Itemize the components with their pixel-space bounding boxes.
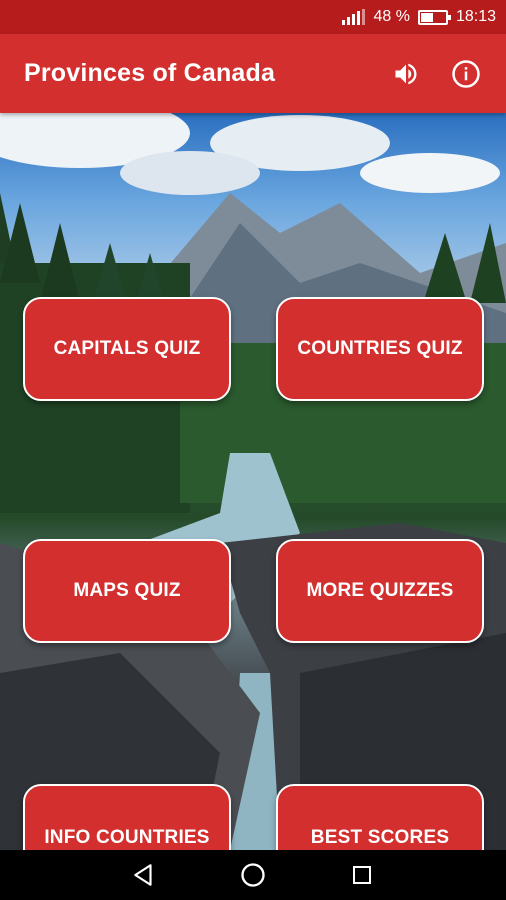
best-scores-button[interactable]: BEST SCORES — [276, 784, 484, 850]
home-icon — [241, 863, 265, 887]
more-quizzes-button[interactable]: MORE QUIZZES — [276, 539, 484, 643]
maps-quiz-button[interactable]: MAPS QUIZ — [23, 539, 231, 643]
info-icon — [452, 59, 480, 88]
back-icon — [134, 864, 152, 886]
volume-icon — [395, 63, 417, 84]
home-button[interactable] — [233, 855, 273, 895]
volume-button[interactable] — [382, 50, 430, 98]
recents-icon — [352, 866, 371, 884]
app-bar: Provinces of Canada — [0, 34, 506, 113]
battery-icon — [417, 9, 451, 25]
info-countries-button[interactable]: INFO COUNTRIES — [23, 784, 231, 850]
signal-icon — [342, 9, 366, 25]
landscape-illustration — [0, 113, 506, 850]
info-button[interactable] — [442, 50, 490, 98]
battery-percent: 48 % — [373, 8, 410, 25]
status-time: 18:13 — [455, 8, 496, 25]
countries-quiz-button[interactable]: COUNTRIES QUIZ — [276, 297, 484, 401]
page-title: Provinces of Canada — [24, 59, 276, 87]
background-landscape: CAPITALS QUIZ COUNTRIES QUIZ MAPS QUIZ M… — [0, 113, 506, 850]
capitals-quiz-button[interactable]: CAPITALS QUIZ — [23, 297, 231, 401]
back-button[interactable] — [124, 855, 164, 895]
status-bar: 48 % 18:13 — [0, 0, 506, 34]
recents-button[interactable] — [342, 855, 382, 895]
system-nav-bar — [0, 850, 506, 900]
